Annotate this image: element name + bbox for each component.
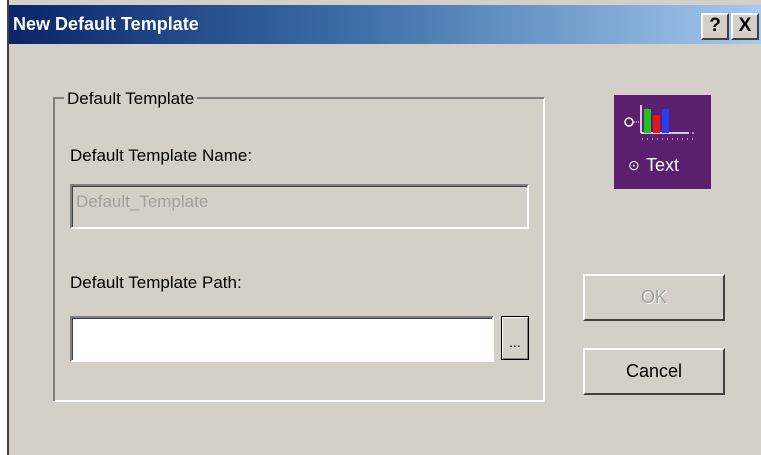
cancel-button[interactable]: Cancel xyxy=(583,348,725,395)
ok-button[interactable]: OK xyxy=(583,274,725,321)
groupbox-legend: Default Template xyxy=(64,89,198,109)
template-path-label: Default Template Path: xyxy=(70,273,242,292)
help-button[interactable]: ? xyxy=(701,13,729,40)
window-title: New Default Template xyxy=(13,14,199,34)
new-default-template-dialog: New Default Template ? X Default Templat… xyxy=(7,0,761,455)
template-name-field: Default_Template xyxy=(70,184,529,229)
template-path-input[interactable] xyxy=(70,316,494,362)
close-button[interactable]: X xyxy=(731,13,759,40)
template-name-label: Default Template Name: xyxy=(70,146,253,165)
icon-caption: Text xyxy=(646,155,680,175)
radio-symbol-icon: ⊙ xyxy=(628,157,640,173)
title-bar[interactable]: New Default Template ? X xyxy=(9,5,761,44)
template-chart-icon: ⊙ Text xyxy=(614,95,711,189)
browse-button[interactable]: ... xyxy=(501,316,529,360)
